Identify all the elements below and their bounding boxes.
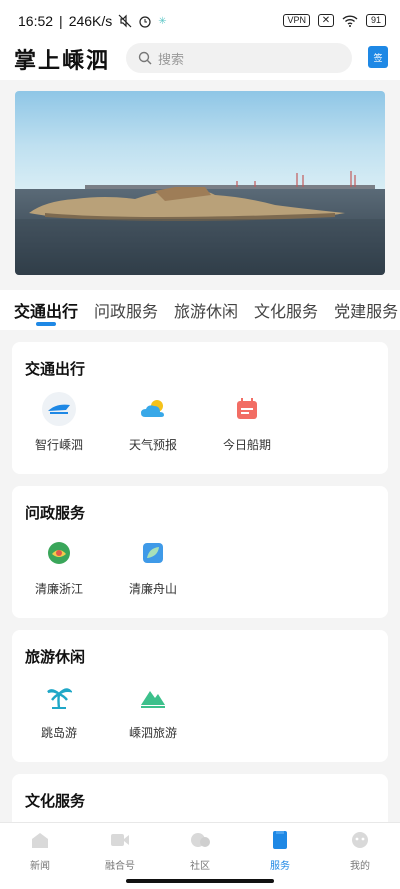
section-title: 文化服务 (25, 792, 86, 810)
section-tourism: 旅游休闲 跳岛游 嵊泗旅游 (12, 630, 388, 762)
weather-icon (136, 392, 170, 426)
service-item[interactable]: 清廉浙江 (12, 536, 106, 597)
wifi-icon (342, 14, 358, 27)
service-item[interactable]: 今日船期 (200, 392, 294, 453)
section-title: 交通出行 (25, 360, 86, 378)
profile-icon (352, 832, 368, 848)
nav-profile[interactable]: 我的 (320, 823, 400, 889)
palm-tree-icon (42, 680, 76, 714)
mountain-icon (136, 680, 170, 714)
status-speed: 246K/s (68, 13, 113, 29)
tab-party[interactable]: 党建服务 (334, 290, 398, 330)
search-bar[interactable]: 搜索 (126, 43, 352, 73)
category-tabs: 交通出行 问政服务 旅游休闲 文化服务 党建服务 (0, 290, 400, 330)
calendar-icon (230, 392, 264, 426)
service-item[interactable]: 天气预报 (106, 392, 200, 453)
search-icon (138, 51, 152, 65)
leaf-icon (136, 536, 170, 570)
tab-government[interactable]: 问政服务 (94, 290, 158, 330)
service-item[interactable]: 智行嵊泗 (12, 392, 106, 453)
nav-news[interactable]: 新闻 (0, 823, 80, 889)
status-time: 16:52 (18, 13, 54, 29)
video-icon (111, 834, 129, 846)
island-photo (15, 91, 385, 275)
ship-logo-icon (42, 392, 76, 426)
no-sim-icon: ✕ (317, 14, 334, 27)
search-placeholder: 搜索 (158, 52, 185, 68)
section-government: 问政服务 清廉浙江 清廉舟山 (12, 486, 388, 618)
tab-tourism[interactable]: 旅游休闲 (174, 290, 238, 330)
service-item[interactable]: 跳岛游 (12, 680, 106, 741)
section-transport: 交通出行 智行嵊泗 天气预报 今日船期 (12, 342, 388, 474)
service-item[interactable]: 嵊泗旅游 (106, 680, 200, 741)
loading-dot-icon: ✳ (158, 15, 167, 27)
green-emblem-icon (42, 536, 76, 570)
mute-icon (118, 14, 132, 28)
sign-in-icon[interactable]: 签 (368, 46, 388, 68)
home-indicator[interactable] (126, 879, 274, 883)
tab-transport[interactable]: 交通出行 (14, 290, 78, 330)
news-icon (32, 833, 48, 848)
app-logo: 掌上嵊泗 (14, 48, 111, 74)
service-icon (273, 831, 287, 849)
tab-culture[interactable]: 文化服务 (254, 290, 318, 330)
service-item[interactable]: 清廉舟山 (106, 536, 200, 597)
status-bar: 16:52 | 246K/s ✳ VPN ✕ 91 (0, 0, 400, 40)
section-title: 旅游休闲 (25, 648, 86, 666)
app-header: 掌上嵊泗 搜索 签 (0, 40, 400, 80)
community-icon (191, 833, 210, 847)
vpn-badge: VPN (283, 14, 310, 27)
battery-indicator: 91 (365, 14, 386, 27)
alarm-icon (139, 16, 151, 28)
section-title: 问政服务 (25, 504, 86, 522)
banner-image[interactable] (15, 91, 385, 275)
